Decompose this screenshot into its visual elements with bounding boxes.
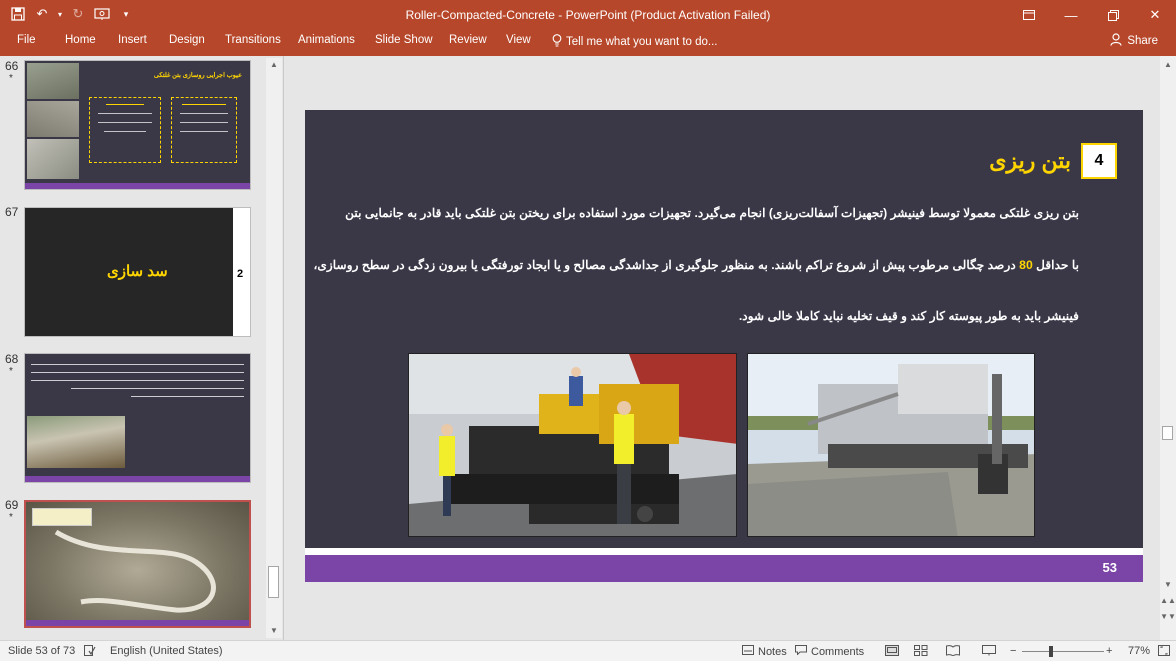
zoom-level[interactable]: 77% xyxy=(1128,645,1150,657)
reading-view-icon[interactable] xyxy=(946,645,960,659)
comments-label: Comments xyxy=(811,645,865,658)
thumbnail-image xyxy=(27,101,79,137)
line2-suffix: درصد چگالی مرطوب پیش از شروع تراکم باشند… xyxy=(313,258,1016,272)
slide-vertical-scrollbar[interactable]: ▲ ▼ ▲▲ ▼▼ xyxy=(1160,56,1176,640)
paver-illustration xyxy=(409,354,736,536)
scroll-down-icon[interactable]: ▼ xyxy=(1160,578,1176,592)
slide-number: 53 xyxy=(1102,560,1117,575)
body-text-line-2: با حداقل 80 درصد چگالی مرطوب پیش از شروع… xyxy=(313,258,1079,272)
thumbnail-footer xyxy=(25,476,250,482)
tab-review[interactable]: Review xyxy=(449,34,487,46)
slide-sorter-icon[interactable] xyxy=(914,645,928,659)
thumbnail-number: 68 xyxy=(5,352,19,366)
close-icon[interactable]: ✕ xyxy=(1134,0,1176,30)
thumbnail-side-number: 2 xyxy=(237,268,244,280)
tab-home[interactable]: Home xyxy=(65,34,96,46)
thumbnail-number: 69 xyxy=(5,498,19,512)
window-controls: — ✕ xyxy=(1008,0,1176,30)
scroll-down-icon[interactable]: ▼ xyxy=(266,624,282,638)
next-slide-icon[interactable]: ▼▼ xyxy=(1160,610,1176,624)
comments-button[interactable]: Comments xyxy=(795,645,864,658)
animation-star-icon: * xyxy=(9,73,13,84)
thumbnail-slide-69[interactable] xyxy=(24,500,251,628)
title-bar: ↶ ▾ ↻ ▾ Roller-Compacted-Concrete - Powe… xyxy=(0,0,1176,30)
comments-icon xyxy=(795,645,807,658)
zoom-slider-track[interactable] xyxy=(1022,651,1104,652)
spell-check-icon[interactable] xyxy=(84,645,96,659)
body-text-line-1: بتن ریزی غلتکی معمولا توسط فینیشر (تجهیز… xyxy=(345,206,1079,220)
thumbnail-image xyxy=(27,139,79,179)
ribbon-display-icon[interactable] xyxy=(1008,0,1050,30)
thumbnail-text-lines xyxy=(31,364,244,397)
share-button[interactable]: Share xyxy=(1110,33,1158,49)
slipform-illustration xyxy=(748,354,1034,536)
thumbnail-label xyxy=(32,508,92,526)
window-title: Roller-Compacted-Concrete - PowerPoint (… xyxy=(405,8,771,22)
section-number-box: 4 xyxy=(1081,143,1117,179)
slide-thumbnail-pane: 66 * عیوب اجرایی روسازی بتن غلتکی 67 سد … xyxy=(0,56,284,640)
tab-slide-show[interactable]: Slide Show xyxy=(375,34,433,46)
footer-white-band xyxy=(305,548,1143,555)
thumbnail-slide-68[interactable] xyxy=(24,353,251,483)
thumbnail-slide-66[interactable]: عیوب اجرایی روسازی بتن غلتکی xyxy=(24,60,251,190)
thumbnail-box xyxy=(171,97,237,163)
language-indicator[interactable]: English (United States) xyxy=(110,645,223,657)
scrollbar-thumb[interactable] xyxy=(1162,426,1173,440)
footer-band: 53 xyxy=(305,555,1143,582)
share-label: Share xyxy=(1127,35,1158,47)
notes-label: Notes xyxy=(758,645,787,658)
tab-insert[interactable]: Insert xyxy=(118,34,147,46)
lightbulb-icon xyxy=(552,34,562,50)
thumbnail-title: سد سازی xyxy=(107,263,168,280)
previous-slide-icon[interactable]: ▲▲ xyxy=(1160,594,1176,608)
slide-heading: بتن ریزی xyxy=(989,148,1071,173)
thumbnail-number: 67 xyxy=(5,205,19,219)
notes-button[interactable]: Notes xyxy=(742,645,787,658)
highlight-value: 80 xyxy=(1019,258,1033,272)
tell-me-search[interactable]: Tell me what you want to do... xyxy=(552,34,718,50)
zoom-in-icon[interactable]: + xyxy=(1106,645,1112,657)
thumbnail-box xyxy=(89,97,161,163)
thumbnail-title: عیوب اجرایی روسازی بتن غلتکی xyxy=(153,72,242,79)
paver-photo[interactable] xyxy=(408,353,737,537)
thumbnail-image xyxy=(27,63,79,99)
slipform-photo[interactable] xyxy=(747,353,1035,537)
line2-prefix: با حداقل xyxy=(1036,258,1079,272)
slide-editing-area: 4 بتن ریزی بتن ریزی غلتکی معمولا توسط فی… xyxy=(285,56,1176,640)
current-slide[interactable]: 4 بتن ریزی بتن ریزی غلتکی معمولا توسط فی… xyxy=(305,110,1143,582)
thumbnail-footer xyxy=(25,183,250,189)
tab-file[interactable]: File xyxy=(17,34,36,46)
zoom-slider-thumb[interactable] xyxy=(1049,646,1053,657)
ribbon-tabs: File Home Insert Design Transitions Anim… xyxy=(0,30,1176,56)
thumbnail-number: 66 xyxy=(5,59,19,73)
tab-transitions[interactable]: Transitions xyxy=(225,34,281,46)
thumbnail-footer xyxy=(26,620,249,626)
animation-star-icon: * xyxy=(9,512,13,523)
thumbnail-slide-67[interactable]: سد سازی 2 xyxy=(24,207,251,337)
minimize-icon[interactable]: — xyxy=(1050,0,1092,30)
zoom-out-icon[interactable]: − xyxy=(1010,645,1016,657)
thumbnail-image xyxy=(27,416,125,468)
animation-star-icon: * xyxy=(9,366,13,377)
scroll-up-icon[interactable]: ▲ xyxy=(1160,58,1176,72)
thumbnail-scrollbar[interactable]: ▲ ▼ xyxy=(266,58,282,638)
tab-view[interactable]: View xyxy=(506,34,531,46)
fit-to-window-icon[interactable] xyxy=(1158,645,1170,659)
tab-design[interactable]: Design xyxy=(169,34,205,46)
person-icon xyxy=(1110,33,1122,49)
body-text-line-3: فینیشر باید به طور پیوسته کار کند و قیف … xyxy=(738,309,1079,323)
slide-counter: Slide 53 of 73 xyxy=(8,645,76,657)
tell-me-text: Tell me what you want to do... xyxy=(566,36,718,48)
slide-show-icon[interactable] xyxy=(982,645,996,659)
notes-icon xyxy=(742,645,754,658)
scroll-up-icon[interactable]: ▲ xyxy=(266,58,282,72)
scrollbar-thumb[interactable] xyxy=(268,566,279,598)
normal-view-icon[interactable] xyxy=(885,645,899,659)
tab-animations[interactable]: Animations xyxy=(298,34,355,46)
status-bar: Slide 53 of 73 English (United States) N… xyxy=(0,640,1176,661)
restore-icon[interactable] xyxy=(1092,0,1134,30)
